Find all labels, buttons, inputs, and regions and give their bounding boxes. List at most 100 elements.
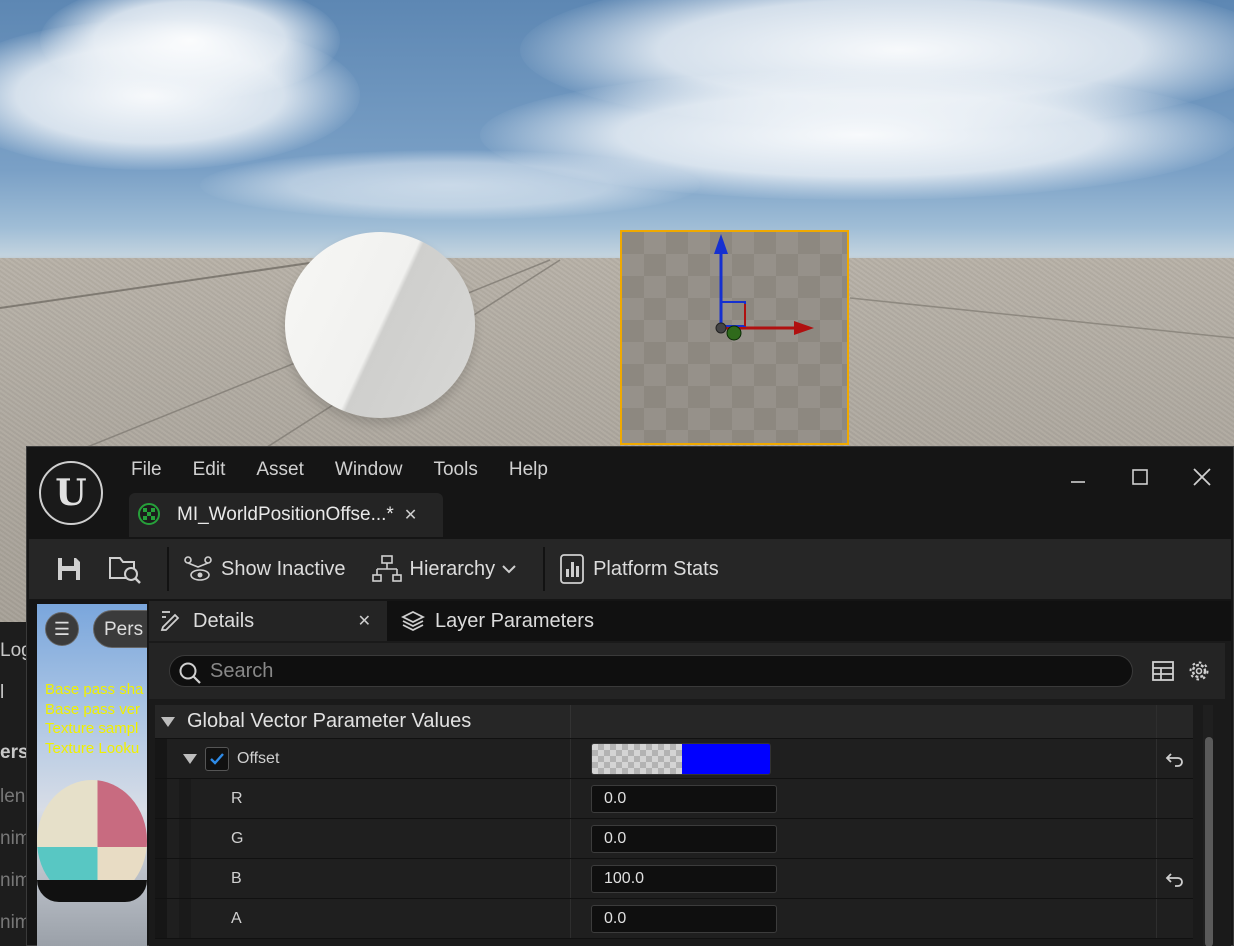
group-reset-cell: [1157, 705, 1193, 738]
tab-details[interactable]: Details ✕: [149, 601, 387, 641]
toolbar-separator: [543, 547, 546, 591]
indent-guide: [155, 899, 167, 938]
menu-help[interactable]: Help: [509, 459, 548, 485]
partial-label: l: [0, 682, 5, 703]
channel-label: G: [231, 829, 244, 847]
tab-layer-parameters-label: Layer Parameters: [435, 609, 594, 632]
partial-label: ers: [0, 742, 28, 763]
viewport-menu-button[interactable]: ☰: [45, 612, 79, 646]
channel-g-input[interactable]: [591, 824, 777, 853]
close-window-button[interactable]: [1171, 459, 1233, 495]
reset-to-default-button[interactable]: [1157, 739, 1193, 778]
channel-name-cell: R: [155, 779, 571, 818]
channel-row-r[interactable]: R: [155, 779, 1193, 819]
channel-value-cell: [571, 899, 1157, 938]
hierarchy-icon: [371, 555, 402, 582]
search-icon: [179, 662, 201, 684]
channel-b-input[interactable]: [591, 864, 777, 893]
channel-name-cell: G: [155, 819, 571, 858]
layers-icon: [401, 610, 425, 632]
parameter-enable-checkbox[interactable]: [205, 746, 229, 771]
sphere-mesh[interactable]: [285, 232, 475, 418]
maximize-button[interactable]: [1109, 459, 1171, 495]
group-label: Global Vector Parameter Values: [187, 710, 472, 732]
reset-cell: [1157, 819, 1193, 858]
stats-line: Base pass ver: [45, 700, 141, 718]
close-icon: [1193, 468, 1211, 486]
platform-stats-button[interactable]: Platform Stats: [559, 553, 719, 585]
channel-row-b[interactable]: B: [155, 859, 1193, 899]
minimize-button[interactable]: [1047, 459, 1109, 495]
reset-to-default-button[interactable]: [1157, 859, 1193, 898]
floor-seams: [0, 259, 1234, 458]
browse-asset-button[interactable]: [97, 547, 153, 591]
group-header-row[interactable]: Global Vector Parameter Values: [155, 705, 1193, 739]
menu-window[interactable]: Window: [335, 459, 403, 485]
reset-arrow-icon: [1165, 752, 1183, 767]
details-scrollbar-thumb[interactable]: [1205, 737, 1213, 946]
channel-row-a[interactable]: A: [155, 899, 1193, 939]
search-row: [149, 643, 1225, 699]
menu-asset[interactable]: Asset: [256, 459, 304, 485]
expand-arrow-icon[interactable]: [161, 716, 175, 727]
tab-details-label: Details: [193, 609, 255, 632]
unreal-logo-icon: U: [39, 461, 103, 525]
property-table: Global Vector Parameter Values Offset R …: [155, 705, 1193, 939]
search-input[interactable]: [210, 659, 1132, 683]
menu-file[interactable]: File: [131, 459, 162, 485]
gear-icon[interactable]: [1187, 659, 1211, 683]
channel-r-input[interactable]: [591, 784, 777, 813]
pencil-icon: [160, 611, 180, 631]
perspective-dropdown[interactable]: Pers: [93, 610, 147, 648]
indent-guide: [179, 819, 191, 858]
parameter-row-offset[interactable]: Offset: [155, 739, 1193, 779]
partial-label: nim: [0, 828, 28, 849]
tab-layer-parameters[interactable]: Layer Parameters: [387, 601, 594, 641]
channel-name-cell: B: [155, 859, 571, 898]
parameter-value-cell: [571, 739, 1157, 778]
group-name-cell: Global Vector Parameter Values: [155, 705, 571, 738]
save-button[interactable]: [41, 547, 97, 591]
cloud: [200, 150, 700, 220]
group-value-cell: [571, 705, 1157, 738]
indent-guide: [179, 859, 191, 898]
toolbar-separator: [167, 547, 169, 591]
material-instance-editor-window: U File Edit Asset Window Tools Help MI_W…: [26, 446, 1234, 946]
material-instance-icon: [138, 503, 160, 525]
expand-arrow-icon[interactable]: [183, 753, 197, 764]
reset-arrow-icon: [1165, 872, 1183, 887]
partial-label: nim: [0, 912, 28, 933]
channel-row-g[interactable]: G: [155, 819, 1193, 859]
menu-bar: File Edit Asset Window Tools Help: [131, 459, 579, 485]
hierarchy-label: Hierarchy: [409, 557, 496, 580]
show-inactive-button[interactable]: Show Inactive: [183, 555, 346, 583]
transform-gizmo[interactable]: [700, 230, 830, 350]
menu-tools[interactable]: Tools: [433, 459, 477, 485]
window-controls: [1047, 459, 1233, 495]
show-inactive-label: Show Inactive: [221, 557, 346, 580]
partial-label: len: [0, 786, 26, 807]
material-preview-viewport[interactable]: ☰ Pers Base pass sha Base pass ver Textu…: [37, 604, 147, 946]
close-tab-icon[interactable]: ✕: [404, 505, 417, 525]
table-view-icon[interactable]: [1151, 660, 1175, 682]
document-tab[interactable]: MI_WorldPositionOffse...* ✕: [129, 493, 443, 537]
partial-label: Log: [0, 640, 28, 661]
folder-search-icon: [109, 557, 141, 584]
indent-guide: [179, 779, 191, 818]
parameter-name-cell: Offset: [155, 739, 571, 778]
close-tab-icon[interactable]: ✕: [358, 611, 371, 631]
search-field[interactable]: [169, 655, 1133, 687]
indent-guide: [155, 819, 167, 858]
hierarchy-dropdown[interactable]: Hierarchy: [371, 554, 518, 584]
indent-guide: [155, 739, 167, 778]
chevron-down-icon: [502, 565, 516, 574]
channel-a-input[interactable]: [591, 904, 777, 933]
channel-value-cell: [571, 779, 1157, 818]
indent-guide: [155, 859, 167, 898]
outliner-panel-partial: Log l ers len nim nim nim: [0, 622, 28, 946]
channel-value-cell: [571, 819, 1157, 858]
menu-edit[interactable]: Edit: [193, 459, 226, 485]
color-swatch[interactable]: [591, 742, 771, 775]
panel-tab-bar: Details ✕ Layer Parameters: [149, 601, 1231, 641]
channel-label: R: [231, 789, 243, 807]
